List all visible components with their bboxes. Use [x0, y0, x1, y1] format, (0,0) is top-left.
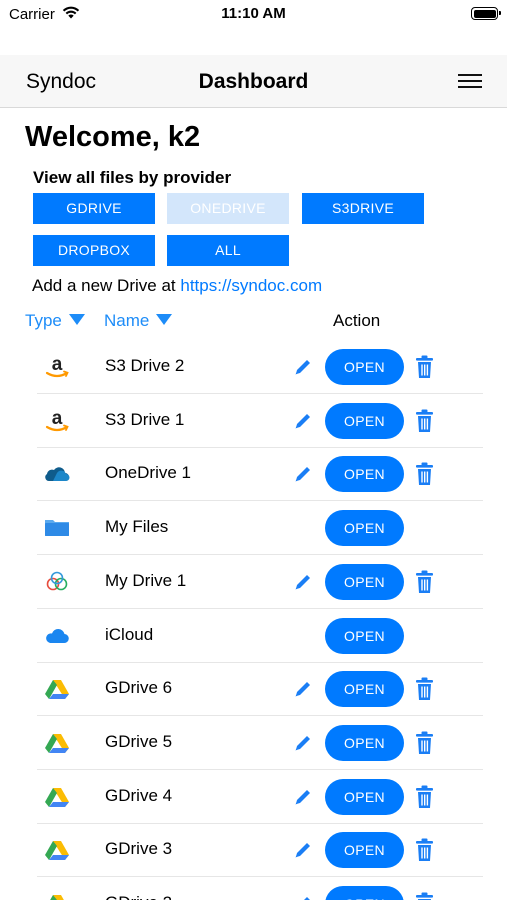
drive-row: OneDrive 1 OPEN [0, 447, 507, 502]
gdrive-icon [43, 783, 71, 811]
open-button[interactable]: OPEN [325, 402, 404, 439]
open-button[interactable]: OPEN [325, 778, 404, 815]
drive-name: iCloud [105, 624, 154, 644]
open-button[interactable]: OPEN [325, 724, 404, 761]
pencil-icon[interactable] [293, 840, 313, 860]
drive-name: OneDrive 1 [105, 463, 191, 483]
drive-row: GDrive 3 OPEN [0, 823, 507, 878]
drive-name: GDrive 2 [105, 893, 172, 900]
menu-icon[interactable] [458, 74, 482, 89]
pencil-icon[interactable] [293, 464, 313, 484]
amazon-icon: a [43, 407, 71, 435]
trash-icon[interactable] [415, 409, 434, 433]
pencil-icon[interactable] [293, 733, 313, 753]
navbar: Syndoc Dashboard [0, 55, 507, 108]
pencil-icon[interactable] [293, 894, 313, 900]
open-button[interactable]: OPEN [325, 349, 404, 385]
open-button[interactable]: OPEN [325, 671, 404, 708]
provider-button-s3drive[interactable]: S3DRIVE [302, 193, 424, 224]
drive-row: iCloud OPEN [0, 609, 507, 663]
drive-row: My Drive 1 OPEN [0, 555, 507, 609]
type-header-label: Type [25, 311, 62, 330]
drive-name: GDrive 5 [105, 731, 173, 751]
drive-name: My Files [105, 517, 169, 537]
provider-heading: View all files by provider [33, 168, 232, 187]
battery-icon [471, 7, 501, 20]
status-bar: Carrier 11:10 AM [0, 0, 507, 30]
drive-name: GDrive 6 [105, 678, 173, 698]
gdrive-icon [43, 836, 71, 864]
svg-text:a: a [52, 354, 63, 375]
open-button[interactable]: OPEN [325, 886, 404, 900]
icloud-icon [43, 622, 71, 650]
trash-icon[interactable] [415, 731, 434, 755]
page-title: Dashboard [198, 70, 309, 93]
multi-cloud-icon [43, 568, 71, 596]
trash-icon[interactable] [415, 892, 434, 900]
gdrive-icon [43, 890, 71, 900]
status-time: 11:10 AM [221, 5, 286, 22]
add-drive-text: Add a new Drive at https://syndoc.com [32, 276, 322, 296]
onedrive-icon [43, 460, 71, 488]
provider-button-onedrive[interactable]: ONEDRIVE [167, 193, 289, 224]
name-header-label: Name [104, 311, 150, 330]
type-sort-header[interactable]: Type [25, 311, 85, 331]
provider-button-gdrive[interactable]: GDRIVE [33, 193, 155, 224]
trash-icon[interactable] [415, 462, 434, 486]
open-button[interactable]: OPEN [325, 510, 404, 547]
drive-row: GDrive 5 OPEN [0, 716, 507, 770]
pencil-icon[interactable] [293, 572, 313, 592]
trash-icon[interactable] [415, 570, 434, 594]
open-button[interactable]: OPEN [325, 617, 404, 654]
drive-row: a S3 Drive 2 OPEN [0, 340, 507, 394]
name-sort-header[interactable]: Name [104, 311, 173, 331]
trash-icon[interactable] [415, 838, 434, 862]
gdrive-icon [43, 729, 71, 757]
svg-text:a: a [52, 408, 63, 429]
gdrive-icon [43, 675, 71, 703]
provider-button-all[interactable]: ALL [167, 235, 289, 266]
open-button[interactable]: OPEN [325, 456, 404, 493]
drive-name: S3 Drive 1 [105, 409, 185, 429]
open-button[interactable]: OPEN [325, 832, 404, 869]
open-button[interactable]: OPEN [325, 563, 404, 600]
add-drive-link[interactable]: https://syndoc.com [180, 276, 322, 295]
caret-down-icon [68, 314, 85, 325]
pencil-icon[interactable] [293, 679, 313, 699]
drive-name: My Drive 1 [105, 570, 187, 590]
drive-row: My Files OPEN [0, 501, 507, 556]
welcome-heading: Welcome, k2 [25, 121, 201, 153]
drive-row: GDrive 4 OPEN [0, 770, 507, 824]
trash-icon[interactable] [415, 785, 434, 809]
drive-row: GDrive 6 OPEN [0, 662, 507, 717]
caret-down-icon [156, 314, 173, 325]
amazon-icon: a [43, 353, 71, 381]
pencil-icon[interactable] [293, 357, 313, 377]
drive-row: a S3 Drive 1 OPEN [0, 394, 507, 448]
drive-name: GDrive 4 [105, 785, 173, 805]
drive-row: GDrive 2 OPEN [0, 877, 507, 900]
trash-icon[interactable] [415, 677, 434, 701]
provider-button-dropbox[interactable]: DROPBOX [33, 235, 155, 266]
drive-name: S3 Drive 2 [105, 356, 185, 375]
pencil-icon[interactable] [293, 411, 313, 431]
folder-icon [43, 514, 71, 542]
action-header: Action [333, 311, 381, 330]
trash-icon[interactable] [415, 355, 434, 379]
add-drive-label: Add a new Drive at [32, 276, 176, 295]
pencil-icon[interactable] [293, 787, 313, 807]
drive-name: GDrive 3 [105, 839, 173, 859]
